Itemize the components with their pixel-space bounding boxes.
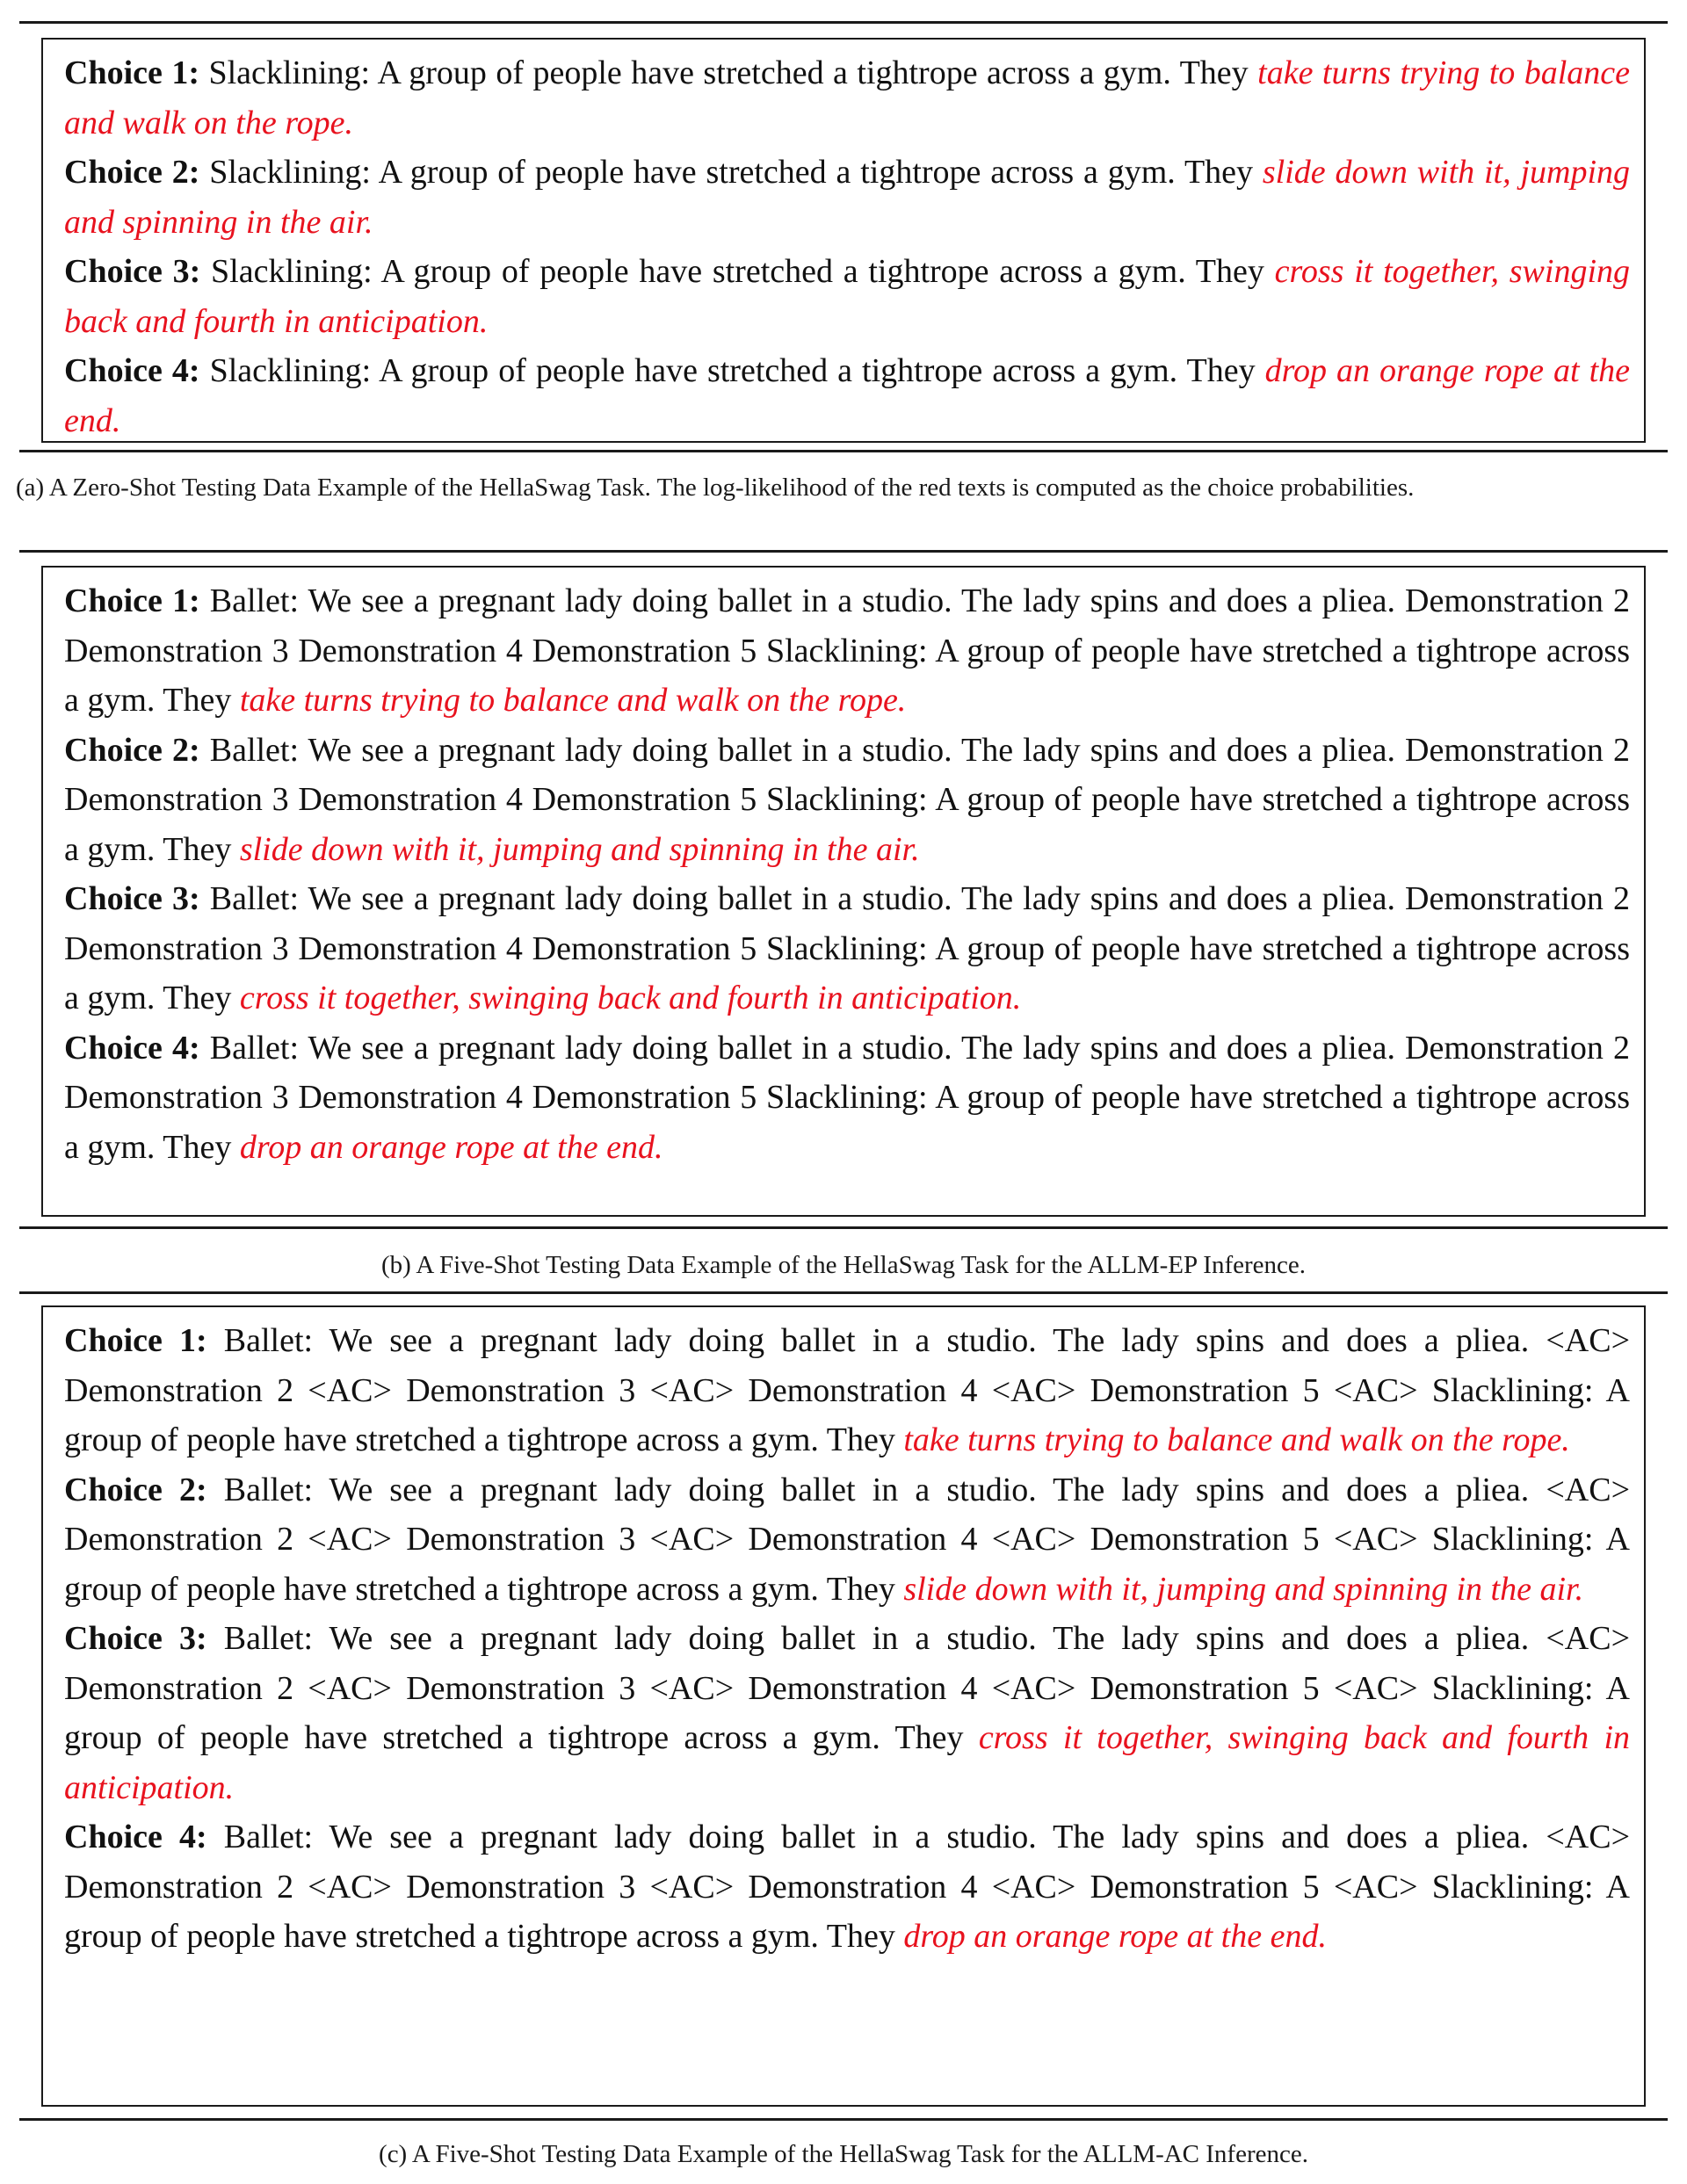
bottom-rule-c [19, 2118, 1668, 2121]
choice-label: Choice 1: [64, 582, 200, 619]
choice-label: Choice 3: [64, 253, 201, 290]
choice-item: Choice 1: Slacklining: A group of people… [64, 48, 1630, 148]
choice-item: Choice 4: Slacklining: A group of people… [64, 346, 1630, 445]
choice-ending: drop an orange rope at the end. [903, 1918, 1327, 1955]
choice-item: Choice 2: Ballet: We see a pregnant lady… [64, 726, 1630, 875]
choice-label: Choice 2: [64, 1471, 207, 1508]
choice-label: Choice 4: [64, 352, 200, 389]
bottom-rule-a [19, 450, 1668, 452]
choice-item: Choice 3: Ballet: We see a pregnant lady… [64, 874, 1630, 1023]
choice-label: Choice 4: [64, 1819, 207, 1855]
choice-ending: slide down with it, jumping and spinning… [239, 830, 920, 868]
panel-a-box: Choice 1: Slacklining: A group of people… [41, 38, 1646, 443]
choice-context: Ballet: We see a pregnant lady doing bal… [64, 1819, 1630, 1955]
choice-label: Choice 2: [64, 731, 200, 769]
choice-item: Choice 4: Ballet: We see a pregnant lady… [64, 1023, 1630, 1173]
panel-c-box: Choice 1: Ballet: We see a pregnant lady… [41, 1305, 1646, 2107]
top-rule-b [19, 550, 1668, 553]
choice-ending: cross it together, swinging back and fou… [239, 980, 1022, 1016]
top-rule-a [19, 21, 1668, 24]
choice-ending: slide down with it, jumping and spinning… [903, 1570, 1584, 1608]
panel-b-box: Choice 1: Ballet: We see a pregnant lady… [41, 566, 1646, 1217]
choice-item: Choice 3: Ballet: We see a pregnant lady… [64, 1614, 1630, 1812]
choice-item: Choice 2: Ballet: We see a pregnant lady… [64, 1465, 1630, 1615]
choice-item: Choice 4: Ballet: We see a pregnant lady… [64, 1812, 1630, 1962]
caption-a: (a) A Zero-Shot Testing Data Example of … [16, 474, 1415, 502]
choice-ending: drop an orange rope at the end. [239, 1128, 663, 1166]
choice-item: Choice 3: Slacklining: A group of people… [64, 247, 1630, 346]
choice-context: Slacklining: A group of people have stre… [209, 352, 1256, 389]
choice-label: Choice 1: [64, 1322, 207, 1359]
choice-context: Slacklining: A group of people have stre… [211, 253, 1264, 290]
caption-b: (b) A Five-Shot Testing Data Example of … [380, 1251, 1307, 1279]
choice-label: Choice 3: [64, 880, 200, 917]
choice-context: Slacklining: A group of people have stre… [209, 154, 1254, 191]
choice-item: Choice 2: Slacklining: A group of people… [64, 148, 1630, 247]
top-rule-c [19, 1291, 1668, 1294]
choice-ending: take turns trying to balance and walk on… [903, 1421, 1570, 1458]
choice-label: Choice 3: [64, 1620, 207, 1657]
choice-label: Choice 2: [64, 154, 200, 191]
caption-c: (c) A Five-Shot Testing Data Example of … [379, 2140, 1308, 2168]
choice-label: Choice 1: [64, 54, 199, 91]
choice-item: Choice 1: Ballet: We see a pregnant lady… [64, 1316, 1630, 1465]
choice-item: Choice 1: Ballet: We see a pregnant lady… [64, 576, 1630, 726]
choice-ending: take turns trying to balance and walk on… [239, 682, 907, 719]
choice-label: Choice 4: [64, 1029, 200, 1067]
choice-context: Slacklining: A group of people have stre… [208, 54, 1249, 91]
bottom-rule-b [19, 1226, 1668, 1229]
